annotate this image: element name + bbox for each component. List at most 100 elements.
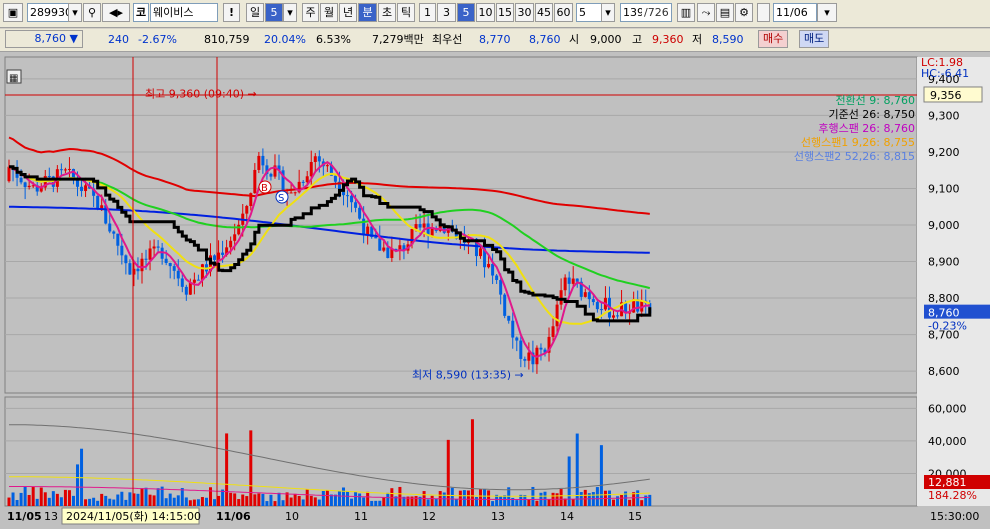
volume-bar — [640, 500, 644, 506]
volume-bar — [358, 493, 362, 506]
interval-3-button[interactable]: 3 — [437, 3, 456, 22]
candle-body — [583, 292, 587, 297]
window-menu-icon[interactable]: ▣ — [3, 3, 23, 22]
candle-body — [313, 156, 317, 163]
volume-bar — [112, 499, 116, 506]
code-dropdown-icon[interactable]: ▾ — [68, 3, 82, 22]
interval-15-button[interactable]: 15 — [496, 3, 514, 22]
interval-1-button[interactable]: 1 — [419, 3, 436, 22]
interval-30-button[interactable]: 30 — [515, 3, 534, 22]
candle-body — [120, 245, 124, 256]
volume-bar — [164, 498, 168, 506]
volume-bar — [390, 488, 394, 506]
code-input[interactable]: 289930 — [27, 3, 69, 22]
date-input[interactable]: 11/06 — [773, 3, 817, 22]
volume-bar — [563, 498, 567, 506]
volume-bar — [221, 489, 225, 506]
candle-body — [325, 165, 329, 167]
sell-button[interactable]: 매도 — [799, 30, 830, 48]
x-tick-label: 10 — [285, 510, 299, 523]
volume-bar — [27, 494, 31, 506]
volume-bar — [19, 492, 23, 506]
period-day-button[interactable]: 일 — [246, 3, 264, 22]
tick-button[interactable]: 틱 — [397, 3, 415, 22]
change-value: 240 — [108, 33, 129, 46]
volume-bar — [257, 493, 261, 506]
alert-button[interactable]: ! — [223, 3, 240, 22]
volume-bar — [225, 433, 229, 506]
candle-body — [422, 223, 426, 228]
interval-10-button[interactable]: 10 — [476, 3, 495, 22]
custom-interval-input[interactable]: 5 — [576, 3, 602, 22]
interval-60-button[interactable]: 60 — [554, 3, 573, 22]
volume-bar — [515, 500, 519, 506]
period-num-field[interactable]: 5 — [265, 3, 283, 22]
candle-body — [499, 280, 503, 295]
calendar-dropdown-icon[interactable]: ▾ — [817, 3, 837, 22]
volume-bar — [450, 487, 454, 506]
sell-signal-label: S — [278, 193, 284, 204]
volume-bar — [281, 500, 285, 506]
low-value: 8,590 — [712, 33, 744, 46]
month-button[interactable]: 월 — [320, 3, 338, 22]
volume-bar — [84, 499, 88, 506]
x-tick-label: 12 — [422, 510, 436, 523]
volume-bar — [176, 495, 180, 506]
change-pct-value: -2.67% — [138, 33, 177, 46]
candle-body — [7, 166, 11, 182]
period-dropdown-icon[interactable]: ▾ — [283, 3, 297, 22]
volume-bar — [217, 495, 221, 506]
volume-bar — [96, 500, 100, 506]
volume-bar — [229, 492, 233, 506]
candle-body — [217, 252, 221, 260]
gear-icon[interactable]: ⚙ — [735, 3, 753, 22]
volume-bar — [378, 500, 382, 506]
candle-body — [237, 224, 241, 235]
x-tick-label: 13 — [491, 510, 505, 523]
price-chart[interactable]: 최고 9,360 (09:40) → 최저 8,590 (13:35) → BS 전환… — [0, 52, 990, 529]
candle-style-icon[interactable]: ▥ — [677, 3, 695, 22]
candle-body — [96, 195, 100, 210]
volume-bar — [100, 493, 104, 506]
candle-body — [136, 268, 140, 272]
page-count-input[interactable]: 139 — [620, 3, 642, 22]
interval-5-button[interactable]: 5 — [457, 3, 475, 22]
candle-body — [495, 275, 499, 281]
candle-body — [555, 304, 559, 327]
volume-bar — [233, 493, 237, 506]
volume-bar — [366, 491, 370, 506]
candle-body — [184, 286, 188, 295]
candle-body — [587, 292, 591, 300]
toolbar: ▣ 289930 ▾ ⚲ ◀▸ 코 웨이비스 ! 일 5 ▾ 주 월 년 분 초… — [0, 0, 990, 28]
candle-body — [188, 282, 192, 295]
search-icon[interactable]: ⚲ — [83, 3, 101, 22]
date-checkbox[interactable] — [757, 3, 770, 22]
market-icon: 코 — [133, 3, 149, 22]
volume-bar — [59, 497, 63, 506]
stock-name-field[interactable]: 웨이비스 — [150, 3, 218, 22]
volume-bar — [76, 464, 80, 506]
volume-bar — [265, 501, 269, 506]
candle-body — [164, 258, 168, 263]
volume-bar — [583, 489, 587, 506]
volume-bar — [370, 500, 374, 506]
candle-body — [479, 248, 483, 257]
interval-45-button[interactable]: 45 — [535, 3, 553, 22]
second-button[interactable]: 초 — [378, 3, 396, 22]
save-icon[interactable]: ▤ — [716, 3, 734, 22]
year-button[interactable]: 년 — [339, 3, 357, 22]
interval-dropdown-icon[interactable]: ▾ — [601, 3, 615, 22]
volume-bar — [354, 491, 358, 506]
volume-bar — [140, 488, 144, 506]
buy-button[interactable]: 매수 — [758, 30, 789, 48]
candle-body — [221, 252, 225, 255]
speaker-icon[interactable]: ◀▸ — [102, 3, 130, 22]
volume-bar — [382, 497, 386, 506]
candle-body — [80, 186, 84, 192]
price-tick-label: 9,000 — [928, 219, 960, 232]
week-button[interactable]: 주 — [302, 3, 319, 22]
open-label: 시 — [569, 33, 580, 46]
minute-button[interactable]: 분 — [358, 3, 377, 22]
draw-tool-icon[interactable]: ⤳ — [697, 3, 715, 22]
volume-bar — [15, 499, 19, 506]
